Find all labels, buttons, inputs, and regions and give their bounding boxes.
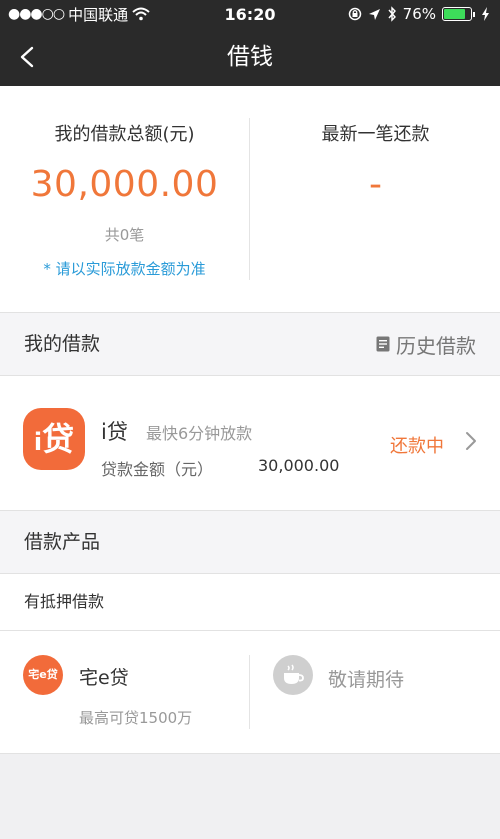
document-icon: [376, 336, 390, 352]
product-name: 宅e贷: [79, 667, 129, 689]
location-arrow-icon: [368, 8, 380, 20]
loan-card[interactable]: i贷 i贷 最快6分钟放款 贷款金额（元） 30,000.00 还款中: [0, 376, 500, 511]
latest-repayment-value: -: [369, 164, 382, 205]
loan-amount-label: 贷款金额（元）: [101, 460, 214, 479]
battery-tip: [473, 11, 475, 17]
latest-repayment-panel: 最新一笔还款 -: [251, 86, 500, 312]
status-bar: ●●●○○ 中国联通 16:20 76%: [0, 0, 500, 28]
history-loans-label: 历史借款: [396, 333, 476, 358]
battery-percent: 76%: [402, 5, 436, 23]
product-zhaiedai[interactable]: 宅e贷 宅e贷 最高可贷1500万: [0, 631, 249, 753]
rotation-lock-icon: [348, 7, 361, 21]
products-title: 借款产品: [24, 531, 101, 553]
bluetooth-icon: [388, 6, 396, 22]
coffee-cup-icon: [273, 655, 313, 695]
my-loans-title: 我的借款: [24, 333, 101, 355]
status-right: 76%: [348, 0, 490, 28]
total-loan-label: 我的借款总额(元): [54, 124, 195, 145]
product-divider: [249, 655, 250, 729]
total-loan-panel: 我的借款总额(元) 30,000.00 共0笔 * 请以实际放款金额为准: [0, 86, 249, 312]
battery-level: [444, 9, 466, 19]
history-loans-link[interactable]: 历史借款: [376, 313, 476, 375]
summary-divider: [249, 118, 250, 280]
loan-summary: 我的借款总额(元) 30,000.00 共0笔 * 请以实际放款金额为准 最新一…: [0, 86, 500, 313]
product-grid: 宅e贷 宅e贷 最高可贷1500万 敬请期待: [0, 631, 500, 754]
charging-icon: [482, 7, 489, 21]
secured-loans-row: 有抵押借款: [0, 574, 500, 631]
i-loan-logo: i贷: [23, 408, 85, 470]
coming-soon-label: 敬请期待: [328, 669, 405, 691]
my-loans-header: 我的借款 历史借款: [0, 313, 500, 376]
loan-tag: 最快6分钟放款: [146, 424, 253, 443]
battery-icon: [442, 7, 472, 21]
loan-name: i贷: [101, 420, 128, 444]
secured-loans-label: 有抵押借款: [24, 592, 105, 611]
amount-note: * 请以实际放款金额为准: [43, 260, 206, 278]
nav-bar: 借钱: [0, 28, 500, 86]
zhaiedai-logo: 宅e贷: [23, 655, 63, 695]
page-title: 借钱: [227, 44, 273, 70]
total-loan-amount: 30,000.00: [30, 164, 219, 205]
product-subtitle: 最高可贷1500万: [79, 709, 193, 727]
chevron-right-icon[interactable]: [464, 430, 478, 452]
loan-amount: 30,000.00: [258, 456, 340, 475]
loan-count: 共0笔: [104, 226, 145, 244]
latest-repayment-label: 最新一笔还款: [321, 124, 430, 145]
loan-status: 还款中: [390, 436, 444, 457]
products-header: 借款产品: [0, 511, 500, 574]
